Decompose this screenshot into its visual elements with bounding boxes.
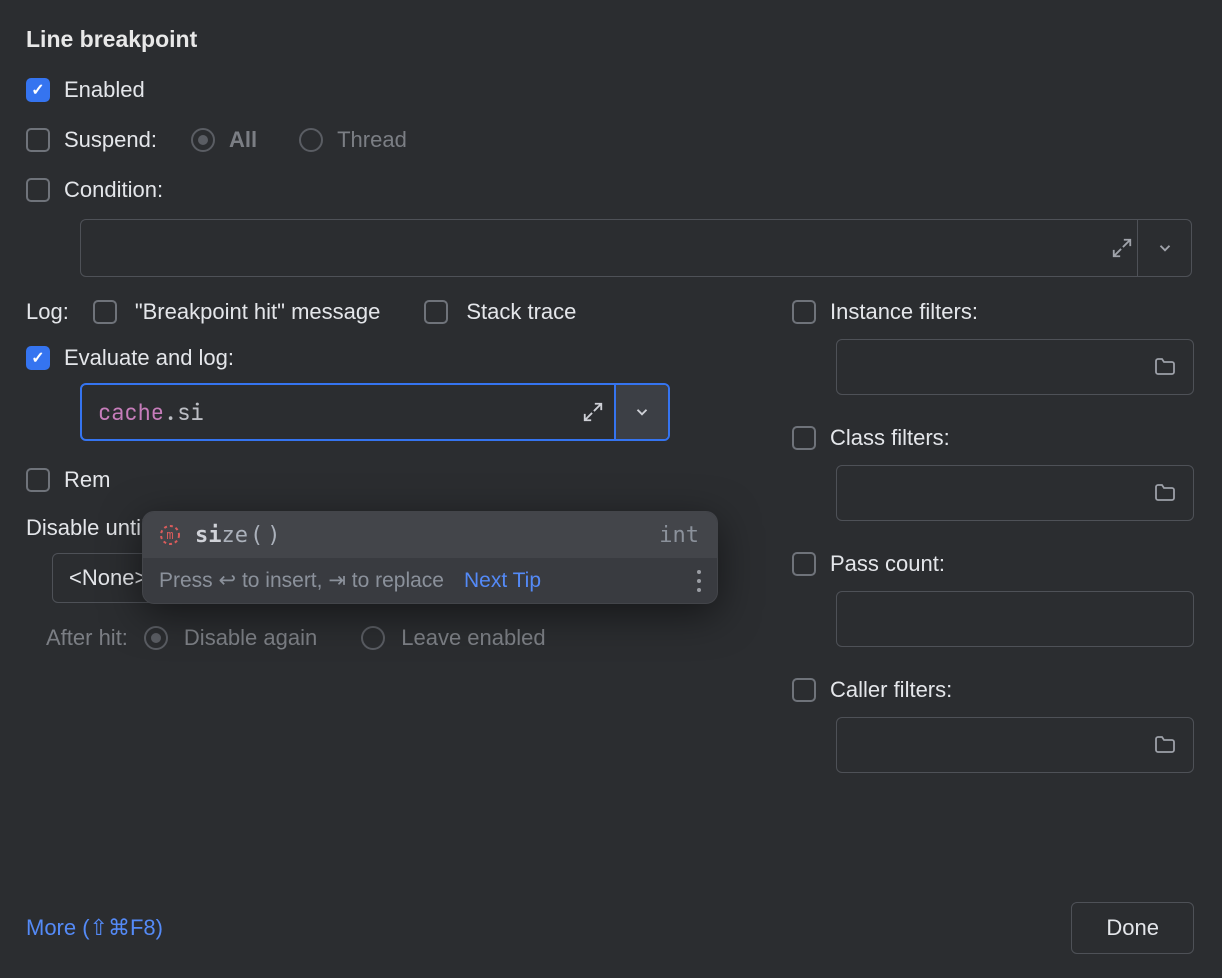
log-stack-trace-checkbox[interactable] (424, 300, 448, 324)
pass-count-checkbox[interactable] (792, 552, 816, 576)
instance-filters-label: Instance filters: (830, 299, 978, 325)
history-dropdown-icon[interactable] (1137, 220, 1191, 276)
log-stack-trace-label: Stack trace (466, 299, 576, 325)
suspend-all-radio[interactable] (191, 128, 215, 152)
log-label: Log: (26, 299, 69, 325)
history-dropdown-icon[interactable] (614, 385, 668, 439)
instance-filters-checkbox[interactable] (792, 300, 816, 324)
pass-count-input[interactable] (836, 591, 1194, 647)
remove-once-hit-checkbox[interactable] (26, 468, 50, 492)
after-hit-disable-label: Disable again (184, 625, 317, 651)
hint-text: Press ↩ to insert, ⇥ to replace (159, 568, 444, 593)
enabled-label: Enabled (64, 77, 145, 103)
suspend-all-label: All (229, 127, 257, 153)
folder-icon[interactable] (1153, 733, 1177, 757)
caller-filters-input[interactable] (836, 717, 1194, 773)
folder-icon[interactable] (1153, 355, 1177, 379)
suspend-thread-label: Thread (337, 127, 407, 153)
done-button[interactable]: Done (1071, 902, 1194, 954)
evaluate-label: Evaluate and log: (64, 345, 234, 371)
more-link[interactable]: More (⇧⌘F8) (26, 915, 163, 941)
suspend-label: Suspend: (64, 127, 157, 153)
kebab-icon[interactable] (697, 570, 701, 592)
suggestion-rest: ze (222, 523, 249, 548)
instance-filters-input[interactable] (836, 339, 1194, 395)
next-tip-link[interactable]: Next Tip (464, 569, 541, 593)
suggestion-match: si (195, 523, 222, 548)
disable-until-value: <None> (69, 565, 147, 591)
log-breakpoint-hit-checkbox[interactable] (93, 300, 117, 324)
code-token-tail: si (177, 398, 203, 427)
after-hit-label: After hit: (46, 625, 128, 651)
method-icon: m (157, 522, 183, 548)
caller-filters-checkbox[interactable] (792, 678, 816, 702)
condition-input[interactable] (80, 219, 1192, 277)
enabled-checkbox[interactable] (26, 78, 50, 102)
after-hit-leave-radio[interactable] (361, 626, 385, 650)
expand-icon[interactable] (1111, 237, 1133, 259)
condition-label: Condition: (64, 177, 163, 203)
code-token-dot: . (164, 398, 177, 427)
suggestion-paren: () (250, 523, 285, 548)
evaluate-checkbox[interactable] (26, 346, 50, 370)
suspend-checkbox[interactable] (26, 128, 50, 152)
autocomplete-popup: m size() int Press ↩ to insert, ⇥ to rep… (142, 511, 718, 604)
log-breakpoint-hit-label: "Breakpoint hit" message (135, 299, 381, 325)
suspend-thread-radio[interactable] (299, 128, 323, 152)
svg-text:m: m (166, 528, 173, 542)
pass-count-label: Pass count: (830, 551, 945, 577)
caller-filters-label: Caller filters: (830, 677, 952, 703)
condition-checkbox[interactable] (26, 178, 50, 202)
folder-icon[interactable] (1153, 481, 1177, 505)
class-filters-input[interactable] (836, 465, 1194, 521)
dialog-title: Line breakpoint (26, 26, 1194, 53)
remove-once-hit-label: Rem (64, 467, 110, 493)
class-filters-label: Class filters: (830, 425, 950, 451)
after-hit-leave-label: Leave enabled (401, 625, 545, 651)
suggestion-type: int (659, 523, 699, 548)
autocomplete-item[interactable]: m size() int (143, 512, 717, 558)
expand-icon[interactable] (582, 401, 604, 423)
evaluate-input[interactable]: cache.si (80, 383, 670, 441)
after-hit-disable-radio[interactable] (144, 626, 168, 650)
code-token-obj: cache (98, 398, 164, 427)
class-filters-checkbox[interactable] (792, 426, 816, 450)
